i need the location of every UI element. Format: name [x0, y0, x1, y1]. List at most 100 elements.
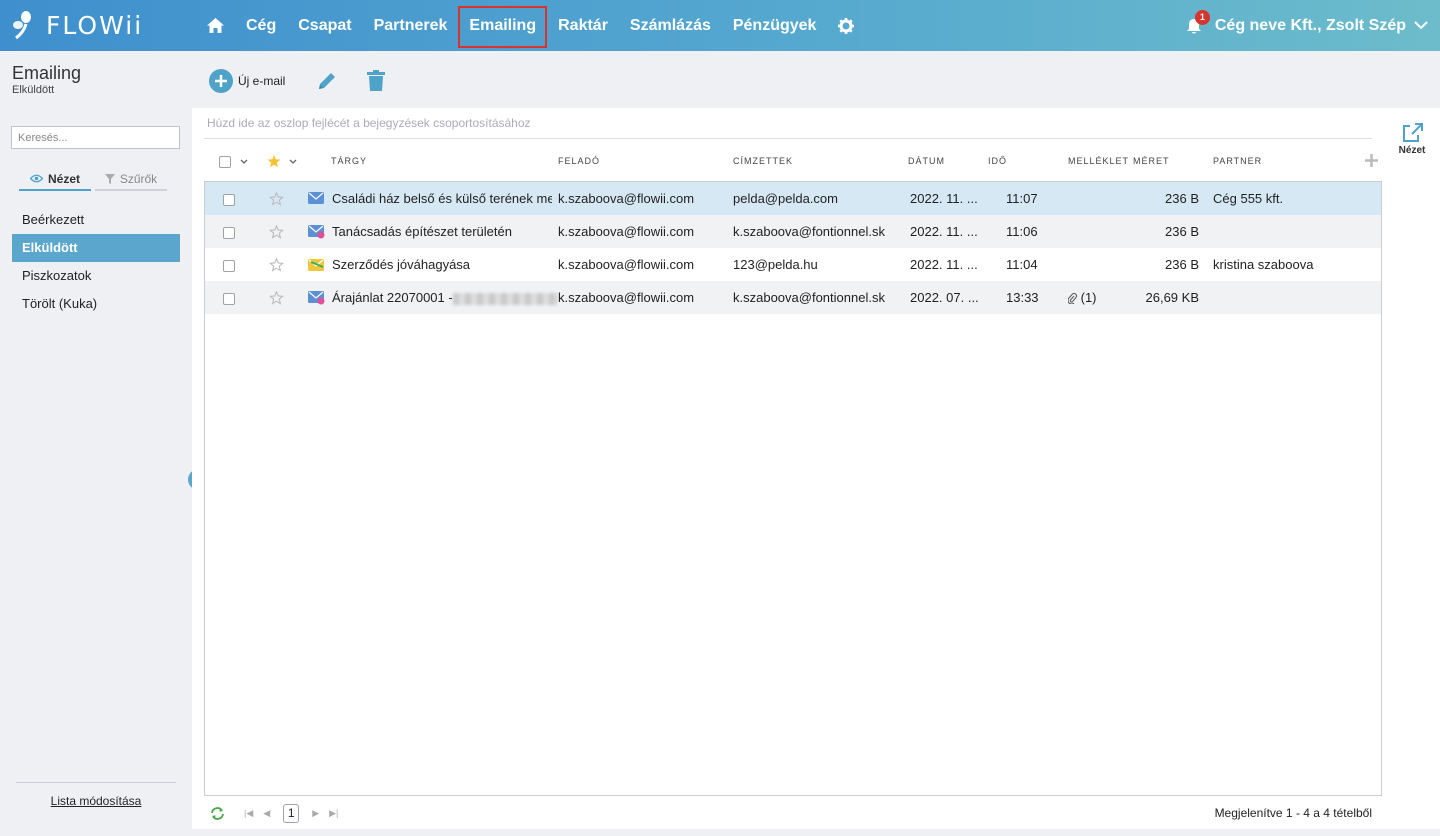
star-outline-icon[interactable]	[269, 291, 284, 305]
partner-cell: kristina szaboova	[1213, 257, 1314, 272]
current-page[interactable]: 1	[283, 803, 300, 823]
header-sender[interactable]: Feladó	[558, 156, 600, 166]
tab-filters-label: Szűrők	[119, 171, 158, 186]
settings-gear-icon[interactable]	[827, 0, 865, 51]
row-checkbox[interactable]	[223, 182, 235, 215]
time-cell: 11:07	[1006, 191, 1038, 206]
flowii-logo[interactable]: FLOWii	[12, 8, 143, 42]
nav-label: Cég	[246, 16, 277, 34]
nav-penzugyek[interactable]: Pénzügyek	[722, 0, 828, 51]
row-checkbox[interactable]	[223, 215, 235, 248]
time-cell: 13:33	[1006, 290, 1039, 305]
flower-logo-icon	[13, 11, 31, 40]
time-cell: 11:04	[1006, 257, 1038, 272]
recipients-cell: k.szaboova@fontionnel.sk	[733, 290, 885, 305]
table-row[interactable]: Árajánlat 22070001 - k.szaboova@flowii.c…	[205, 281, 1381, 314]
table-row[interactable]: Családi ház belső és külső terének megte…	[205, 182, 1381, 215]
nav-partnerek[interactable]: Partnerek	[363, 0, 459, 51]
time-cell: 11:06	[1006, 224, 1038, 239]
delete-button[interactable]	[367, 70, 385, 94]
nav-label: Csapat	[298, 16, 352, 34]
grid-footer: |◀ ◀ 1 ▶ ▶| Megjelenítve 1 - 4 a 4 tétel…	[204, 800, 1382, 826]
star-outline-icon[interactable]	[269, 258, 284, 272]
header-partner[interactable]: Partner	[1213, 156, 1262, 166]
header-time[interactable]: Idő	[988, 156, 1007, 166]
pencil-icon	[319, 73, 335, 89]
attachment-count: (1)	[1080, 290, 1097, 305]
date-cell: 2022. 11. ...	[910, 224, 978, 239]
nav-label: Raktár	[558, 16, 608, 34]
date-cell: 2022. 11. ...	[910, 191, 978, 206]
external-link-icon	[1402, 123, 1423, 142]
star-outline-icon[interactable]	[269, 225, 284, 239]
home-icon[interactable]	[196, 0, 235, 51]
folder-inbox[interactable]: Beérkezett	[12, 206, 180, 234]
table-row[interactable]: Szerződés jóváhagyása k.szaboova@flowii.…	[205, 248, 1381, 281]
folder-trash[interactable]: Törölt (Kuka)	[12, 290, 180, 318]
header-recipients[interactable]: Címzettek	[733, 156, 793, 166]
page-title: Emailing	[12, 63, 82, 83]
external-view-button[interactable]: Nézet	[1395, 123, 1429, 156]
subject-cell: Tanácsadás építészet területén	[332, 224, 512, 239]
tab-filters[interactable]: Szűrők	[95, 168, 167, 191]
prev-page-icon[interactable]: ◀	[263, 808, 270, 819]
attachment-cell: (1)	[1068, 281, 1128, 314]
star-filled-icon[interactable]	[267, 155, 281, 168]
partner-cell: Cég 555 kft.	[1213, 191, 1284, 206]
star-outline-icon[interactable]	[269, 192, 284, 206]
new-email-button[interactable]: Új e-mail	[209, 69, 285, 93]
partner-cell	[1213, 281, 1373, 314]
sidebar-divider	[16, 782, 176, 783]
email-grid: Családi ház belső és külső terének megte…	[204, 181, 1382, 796]
date-cell: 2022. 11. ...	[910, 257, 978, 272]
first-page-icon[interactable]: |◀	[244, 808, 253, 819]
add-column-icon[interactable]	[1365, 154, 1378, 167]
sender-cell: k.szaboova@flowii.com	[558, 257, 695, 272]
recipients-cell: 123@pelda.hu	[733, 257, 818, 272]
nav-ceg[interactable]: Cég	[235, 0, 287, 51]
chevron-down-icon[interactable]	[289, 159, 297, 165]
trash-icon	[367, 70, 385, 91]
user-label: Cég neve Kft., Zsolt Szép	[1214, 16, 1406, 34]
search-input[interactable]	[11, 126, 180, 149]
header-subject[interactable]: Tárgy	[331, 156, 367, 166]
main-nav: Cég Csapat Partnerek Emailing Raktár Szá…	[196, 0, 865, 51]
recipients-cell: k.szaboova@fontionnel.sk	[733, 224, 885, 239]
folder-drafts[interactable]: Piszkozatok	[12, 262, 180, 290]
nav-csapat[interactable]: Csapat	[287, 0, 362, 51]
active-highlight	[458, 6, 548, 48]
attachment-cell	[1068, 215, 1128, 248]
last-page-icon[interactable]: ▶|	[329, 808, 338, 819]
sidebar: Emailing Elküldött Nézet Szűrők Beérkeze…	[0, 51, 192, 836]
attachment-cell	[1068, 248, 1128, 281]
tab-view[interactable]: Nézet	[19, 168, 91, 191]
size-cell: 236 B	[1165, 257, 1199, 272]
size-cell: 236 B	[1165, 224, 1199, 239]
refresh-icon[interactable]	[210, 806, 225, 820]
subject-cell: Családi ház belső és külső terének megte	[332, 191, 552, 206]
attachment-cell	[1068, 182, 1128, 215]
nav-raktar[interactable]: Raktár	[547, 0, 619, 51]
row-checkbox[interactable]	[223, 281, 235, 314]
select-all-checkbox[interactable]	[219, 156, 231, 168]
view-label: Nézet	[1398, 145, 1426, 156]
header-size[interactable]: Méret	[1133, 156, 1170, 166]
paging-status: Megjelenítve 1 - 4 a 4 tételből	[1214, 806, 1372, 820]
row-checkbox[interactable]	[223, 248, 235, 281]
header-date[interactable]: Dátum	[908, 156, 945, 166]
logo-text: FLOWii	[46, 10, 144, 40]
user-menu[interactable]: 1 Cég neve Kft., Zsolt Szép	[1186, 0, 1428, 51]
header-attachment[interactable]: Melléklet	[1068, 156, 1129, 166]
edit-list-link[interactable]: Lista módosítása	[0, 794, 192, 808]
email-list-panel: Húzd ide az oszlop fejlécét a bejegyzése…	[192, 108, 1440, 829]
nav-emailing[interactable]: Emailing	[458, 0, 548, 51]
chevron-down-icon[interactable]	[240, 159, 248, 165]
bell-icon[interactable]: 1	[1186, 9, 1210, 36]
next-page-icon[interactable]: ▶	[312, 808, 319, 819]
nav-szamlazas[interactable]: Számlázás	[619, 0, 722, 51]
group-by-hint: Húzd ide az oszlop fejlécét a bejegyzése…	[207, 116, 531, 130]
folder-sent[interactable]: Elküldött	[12, 234, 180, 262]
table-row[interactable]: Tanácsadás építészet területén k.szaboov…	[205, 215, 1381, 248]
notification-badge: 1	[1194, 9, 1210, 25]
edit-button[interactable]	[317, 71, 337, 94]
